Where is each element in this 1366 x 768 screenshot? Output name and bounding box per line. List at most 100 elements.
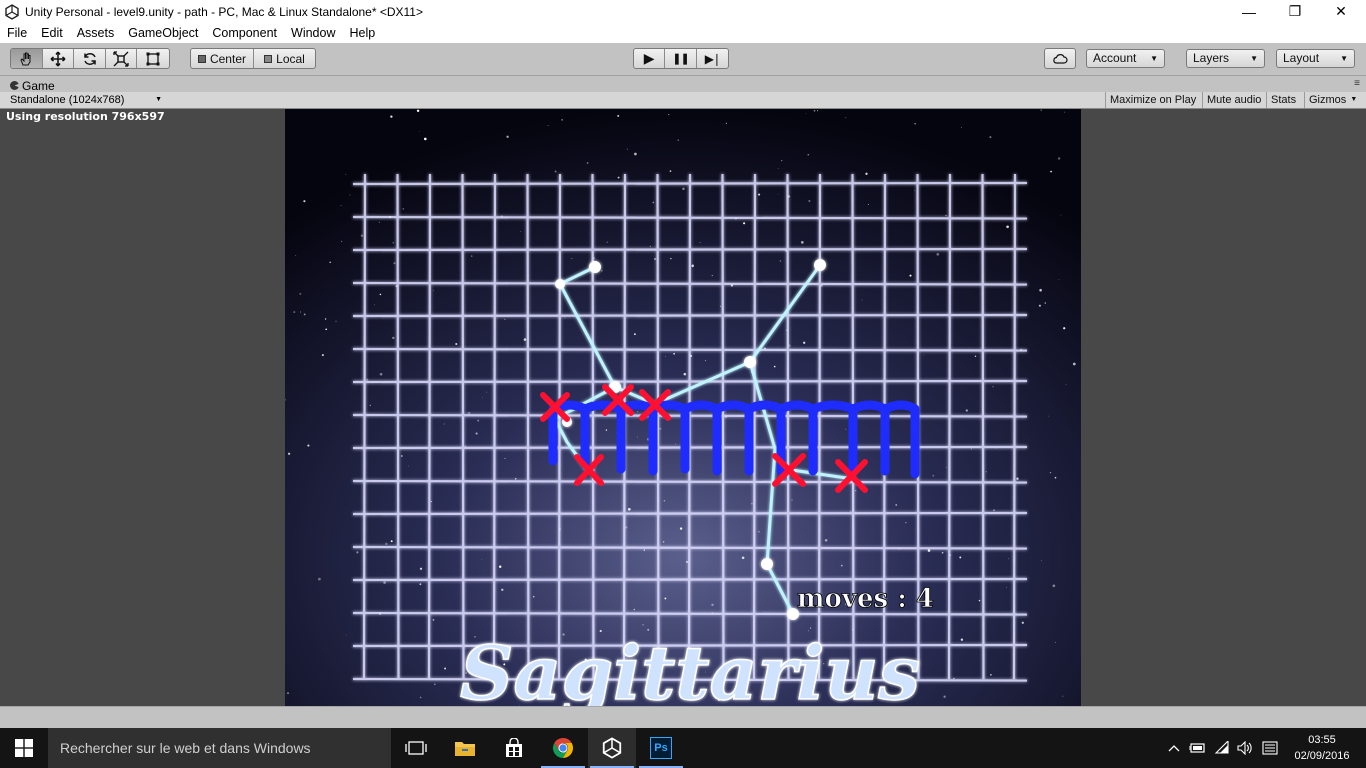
mute-audio-button[interactable]: Mute audio	[1202, 92, 1265, 108]
background-star	[329, 261, 332, 264]
cloud-icon-wrap	[1045, 49, 1075, 68]
menu-assets[interactable]: Assets	[70, 26, 122, 40]
cloud-button[interactable]	[1044, 48, 1076, 69]
keyboard-button[interactable]	[1258, 728, 1282, 768]
grid-line-horizontal	[352, 445, 1028, 450]
background-star	[770, 338, 772, 339]
background-star	[959, 556, 962, 559]
panel-menu-icon[interactable]: ≡	[1354, 78, 1360, 89]
menu-bar: File Edit Assets GameObject Component Wi…	[0, 23, 1366, 43]
background-star	[482, 396, 483, 398]
background-star	[374, 304, 376, 306]
background-star	[805, 113, 807, 114]
background-star	[970, 448, 973, 450]
menu-help[interactable]: Help	[342, 26, 382, 40]
pivot-center-button[interactable]: Center	[191, 49, 254, 68]
resolution-dropdown[interactable]: Standalone (1024x768) ▼	[6, 92, 166, 108]
background-star	[953, 677, 955, 680]
account-dropdown[interactable]: Account ▼	[1086, 49, 1165, 68]
rotate-tool-button[interactable]	[74, 49, 106, 68]
background-star	[295, 255, 297, 256]
background-star	[683, 372, 687, 376]
file-explorer-button[interactable]	[441, 728, 489, 768]
move-tool-button[interactable]	[43, 49, 75, 68]
maximize-on-play-button[interactable]: Maximize on Play	[1105, 92, 1200, 108]
menu-window[interactable]: Window	[284, 26, 342, 40]
background-star	[300, 311, 302, 313]
background-star	[909, 274, 912, 277]
layout-dropdown[interactable]: Layout ▼	[1276, 49, 1355, 68]
background-star	[287, 452, 291, 455]
rect-tool-button[interactable]	[137, 49, 169, 68]
show-hidden-icons-button[interactable]	[1164, 728, 1184, 768]
close-button[interactable]: ✕	[1318, 0, 1364, 23]
store-button[interactable]	[490, 728, 538, 768]
background-star	[674, 443, 676, 445]
wifi-icon	[1214, 741, 1229, 754]
background-star	[791, 499, 793, 501]
task-view-button[interactable]	[392, 728, 440, 768]
background-star	[914, 122, 916, 125]
taskbar-search-box[interactable]: Rechercher sur le web et dans Windows	[48, 728, 391, 768]
wifi-button[interactable]	[1210, 728, 1234, 768]
stats-button[interactable]: Stats	[1266, 92, 1300, 108]
background-star	[606, 241, 609, 244]
background-star	[1049, 472, 1052, 474]
unity-taskbar-button[interactable]	[588, 728, 636, 768]
photoshop-button[interactable]: Ps	[637, 728, 685, 768]
space-local-button[interactable]: Local	[254, 49, 315, 68]
constellation-title: Sagittarius	[460, 631, 920, 706]
background-star	[419, 696, 422, 699]
cube-icon	[264, 54, 273, 63]
minimize-button[interactable]: —	[1226, 0, 1272, 23]
start-button[interactable]	[0, 728, 48, 768]
background-star	[808, 199, 811, 203]
menu-file[interactable]: File	[0, 26, 34, 40]
move-icon	[50, 51, 66, 66]
background-star	[501, 588, 504, 591]
background-star	[777, 193, 779, 195]
gizmos-dropdown[interactable]: Gizmos ▼	[1304, 92, 1360, 108]
scale-tool-button[interactable]	[106, 49, 138, 68]
background-star	[400, 455, 403, 457]
background-star	[699, 241, 701, 243]
volume-icon	[1237, 741, 1252, 755]
background-star	[369, 404, 372, 407]
battery-button[interactable]	[1186, 728, 1208, 768]
background-star	[1062, 695, 1064, 697]
step-button[interactable]: ▶❘	[697, 49, 728, 68]
menu-component[interactable]: Component	[205, 26, 284, 40]
background-star	[600, 269, 603, 272]
background-star	[905, 522, 907, 524]
volume-button[interactable]	[1234, 728, 1256, 768]
background-star	[321, 354, 324, 357]
game-render[interactable]: moves : 4 Sagittarius	[285, 109, 1081, 706]
background-star	[287, 692, 289, 695]
background-star	[293, 311, 296, 314]
background-star	[777, 168, 779, 169]
background-star	[523, 338, 527, 341]
menu-edit[interactable]: Edit	[34, 26, 70, 40]
pause-button[interactable]: ❚❚	[665, 49, 697, 68]
hand-icon	[20, 52, 31, 65]
hand-tool-button[interactable]	[11, 49, 43, 68]
battery-icon	[1189, 743, 1205, 753]
maximize-button[interactable]: ❐	[1272, 0, 1318, 23]
gizmos-label: Gizmos	[1309, 94, 1347, 106]
game-viewport[interactable]: Using resolution 796x597 moves: 4 Sagit…	[0, 109, 1366, 706]
background-star	[634, 152, 637, 156]
rotate-icon	[83, 52, 96, 65]
background-star	[824, 538, 828, 542]
background-star	[679, 527, 683, 530]
menu-gameobject[interactable]: GameObject	[121, 26, 205, 40]
layers-dropdown[interactable]: Layers ▼	[1186, 49, 1265, 68]
play-button[interactable]: ▶	[634, 49, 666, 68]
background-star	[725, 122, 728, 125]
background-star	[379, 293, 382, 296]
background-star	[481, 559, 482, 560]
background-star	[663, 499, 666, 502]
chrome-button[interactable]	[539, 728, 587, 768]
background-star	[861, 299, 863, 301]
background-star	[1044, 302, 1047, 304]
system-clock[interactable]: 03:55 02/09/2016	[1290, 732, 1354, 764]
